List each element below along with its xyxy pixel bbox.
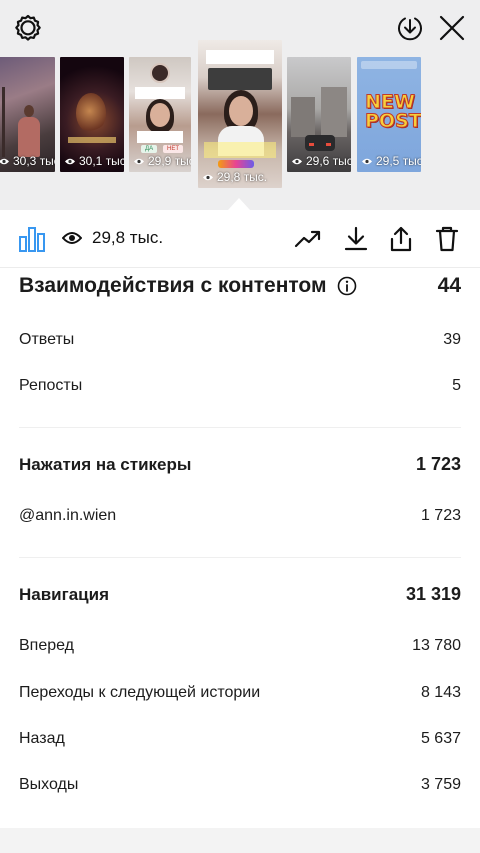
stat-label: @ann.in.wien — [19, 507, 117, 524]
selected-pointer — [228, 198, 250, 210]
story-thumbnail-strip[interactable]: 30,3 тыс. 30,1 тыс. ДА НЕТ 29,9 тыс. — [0, 40, 480, 190]
trending-up-icon — [294, 230, 321, 248]
toolbar-views: 29,8 тыс. — [62, 228, 163, 248]
story-views: 29,6 тыс. — [291, 154, 351, 168]
gear-icon — [15, 14, 41, 41]
bar-chart-icon — [19, 227, 45, 252]
story-views: 29,8 тыс. — [202, 170, 267, 184]
interactions-total: 44 — [437, 274, 461, 297]
story-viewer: 30,3 тыс. 30,1 тыс. ДА НЕТ 29,9 тыс. — [0, 0, 480, 210]
stat-row-forward: Вперед 13 780 — [19, 637, 461, 655]
stat-label: Выходы — [19, 776, 79, 793]
stat-row-next-story: Переходы к следующей истории 8 143 — [19, 684, 461, 702]
bottom-edge — [0, 828, 480, 853]
share-button[interactable] — [385, 223, 417, 255]
stat-value: 1 723 — [420, 507, 461, 524]
stat-row-exits: Выходы 3 759 — [19, 776, 461, 794]
interactions-header: Взаимодействия с контентом 44 — [19, 274, 461, 298]
stat-value: 5 637 — [420, 730, 461, 747]
stat-label: Ответы — [19, 331, 75, 348]
toolbar-views-count: 29,8 тыс. — [92, 228, 164, 247]
stat-label: Переходы к следующей истории — [19, 684, 261, 701]
stat-value: 5 — [452, 377, 461, 394]
section-divider — [19, 557, 461, 558]
stat-label: Вперед — [19, 637, 75, 654]
stat-row-back: Назад 5 637 — [19, 730, 461, 748]
navigation-total: 31 319 — [405, 584, 461, 604]
insights-button[interactable] — [16, 223, 48, 255]
save-button[interactable] — [340, 223, 372, 255]
stat-label: Назад — [19, 730, 65, 747]
stat-value: 8 143 — [420, 684, 461, 701]
delete-button[interactable] — [431, 223, 463, 255]
story-thumbnail[interactable]: ДА НЕТ 29,9 тыс. — [129, 57, 191, 172]
navigation-header: Навигация 31 319 — [19, 584, 461, 605]
poll-option-yes: ДА — [141, 145, 158, 153]
sticker-taps-title: Нажатия на стикеры — [19, 454, 192, 474]
download-circle-icon — [398, 17, 422, 41]
section-divider — [19, 427, 461, 428]
stat-label: Репосты — [19, 377, 83, 394]
story-headline: NEW POST — [365, 91, 422, 132]
close-icon — [439, 15, 465, 41]
insights-toolbar: 29,8 тыс. — [0, 210, 480, 268]
eye-icon — [65, 158, 75, 164]
promote-button[interactable] — [292, 223, 324, 255]
sticker-taps-header: Нажатия на стикеры 1 723 — [19, 454, 461, 475]
story-thumbnail[interactable]: 30,1 тыс. — [60, 57, 124, 172]
stat-value: 13 780 — [412, 637, 461, 654]
info-icon[interactable] — [337, 276, 357, 296]
eye-icon — [292, 158, 302, 164]
eye-icon — [362, 158, 372, 164]
story-views: 30,3 тыс. — [0, 154, 55, 168]
stat-row-replies: Ответы 39 — [19, 331, 461, 349]
stat-value: 39 — [443, 331, 461, 348]
sticker-taps-total: 1 723 — [415, 454, 461, 474]
eye-icon — [0, 158, 9, 164]
stat-row-reposts: Репосты 5 — [19, 377, 461, 395]
story-thumbnail[interactable]: 29,6 тыс. — [287, 57, 351, 172]
story-views: 29,5 тыс. — [361, 154, 421, 168]
story-views: 30,1 тыс. — [64, 154, 124, 168]
download-icon — [344, 226, 368, 251]
share-icon — [390, 226, 412, 252]
trash-icon — [435, 226, 459, 252]
navigation-title: Навигация — [19, 584, 109, 604]
story-thumbnail[interactable]: 30,3 тыс. — [0, 57, 55, 172]
interactions-title: Взаимодействия с контентом — [19, 274, 327, 297]
eye-icon — [203, 174, 213, 180]
story-views: 29,9 тыс. — [133, 154, 191, 168]
stat-row-mention[interactable]: @ann.in.wien 1 723 — [19, 507, 461, 525]
eye-icon — [134, 158, 144, 164]
eye-icon — [62, 232, 82, 244]
story-thumbnail[interactable]: NEW POST 29,5 тыс. — [357, 57, 421, 172]
poll-option-no: НЕТ — [163, 145, 183, 153]
stat-value: 3 759 — [420, 776, 461, 793]
story-thumbnail-selected[interactable]: 29,8 тыс. — [198, 40, 282, 188]
